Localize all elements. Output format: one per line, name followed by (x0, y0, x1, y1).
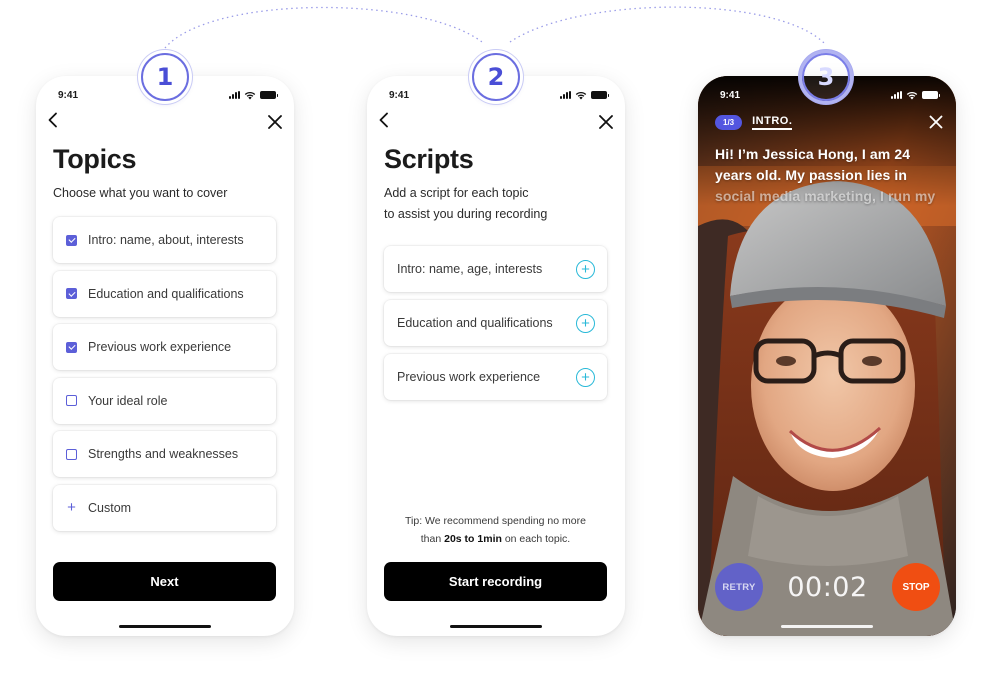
script-line-3: social media marketing, I run my (715, 188, 936, 204)
step-badge-1: 1 (141, 53, 189, 101)
page-subtitle: Add a script for each topic to assist yo… (384, 183, 547, 225)
recording-header: 1/3 INTRO. (715, 113, 944, 131)
close-icon[interactable] (266, 113, 284, 131)
checkbox-checked-icon[interactable] (66, 341, 77, 353)
add-circle-icon[interactable]: + (576, 367, 595, 387)
custom-label: Custom (88, 500, 132, 515)
checkbox-unchecked-icon[interactable] (66, 448, 77, 460)
home-indicator[interactable] (450, 624, 542, 628)
wifi-icon (906, 91, 918, 99)
topic-label: Education and qualifications (88, 286, 244, 301)
script-item-intro[interactable]: Intro: name, age, interests + (384, 246, 607, 292)
tip-text: Tip: We recommend spending no more than … (384, 512, 607, 548)
topic-label: Strengths and weaknesses (88, 447, 239, 461)
subtitle-line-2: to assist you during recording (384, 207, 548, 221)
tip-suffix: on each topic. (504, 533, 571, 545)
topic-item-custom[interactable]: + Custom (53, 484, 276, 531)
status-time: 9:41 (389, 89, 410, 101)
page-title: Topics (53, 144, 137, 174)
start-recording-button[interactable]: Start recording (384, 562, 607, 601)
step-badge-3: 3 (802, 53, 850, 101)
checkbox-checked-icon[interactable] (66, 288, 77, 299)
topic-item-education[interactable]: Education and qualifications (53, 270, 276, 317)
script-line-2: years old. My passion lies in (715, 167, 907, 183)
signal-icon (229, 91, 240, 99)
tip-line-2: than 20s to 1min on each topic. (384, 530, 607, 548)
battery-icon (922, 91, 940, 99)
step-number: 1 (156, 63, 174, 91)
stop-button[interactable]: STOP (892, 563, 940, 611)
phone-topics: 9:41 Topics Choose what you want to cove… (36, 76, 294, 636)
topic-item-intro[interactable]: Intro: name, about, interests (53, 217, 276, 263)
signal-icon (891, 91, 902, 99)
wifi-icon (575, 91, 587, 99)
tip-line-1: Tip: We recommend spending no more (405, 515, 586, 527)
step-number: 3 (817, 63, 835, 91)
script-line-1: Hi! I’m Jessica Hong, I am 24 (715, 146, 911, 162)
topic-item-experience[interactable]: Previous work experience (53, 324, 276, 370)
page-subtitle: Choose what you want to cover (53, 186, 228, 200)
teleprompter-script: Hi! I’m Jessica Hong, I am 24 years old.… (715, 144, 942, 207)
add-circle-icon[interactable]: + (576, 313, 595, 333)
status-time: 9:41 (58, 89, 79, 101)
script-item-education[interactable]: Education and qualifications + (384, 300, 607, 346)
close-icon[interactable] (597, 113, 615, 131)
plus-icon: + (67, 499, 76, 516)
tab-intro[interactable]: INTRO. (752, 115, 793, 130)
subtitle-line-1: Add a script for each topic (384, 186, 529, 200)
home-indicator[interactable] (119, 624, 211, 628)
battery-icon (260, 91, 278, 99)
checkbox-checked-icon[interactable] (66, 234, 77, 246)
script-label: Education and qualifications (397, 316, 553, 330)
phone-recording: 9:41 1/3 INTRO. Hi! I’m Jessica Hong, I … (698, 76, 956, 636)
step-badge-2: 2 (472, 53, 520, 101)
script-label: Intro: name, age, interests (397, 262, 543, 276)
retry-button[interactable]: RETRY (715, 563, 763, 611)
signal-icon (560, 91, 571, 99)
tip-than: than (420, 533, 442, 545)
page-title: Scripts (384, 144, 474, 174)
add-circle-icon[interactable]: + (576, 259, 595, 279)
topic-item-strengths[interactable]: Strengths and weaknesses (53, 431, 276, 477)
topic-label: Your ideal role (88, 393, 168, 408)
home-indicator[interactable] (781, 624, 873, 628)
back-chevron-icon[interactable] (377, 112, 399, 134)
phone-scripts: 9:41 Scripts Add a script for each topic… (367, 76, 625, 636)
topic-item-ideal-role[interactable]: Your ideal role (53, 377, 276, 424)
script-list: Intro: name, age, interests + Education a… (384, 246, 607, 408)
topic-progress-badge: 1/3 (715, 114, 743, 130)
topic-label: Previous work experience (88, 340, 232, 354)
battery-icon (591, 91, 609, 99)
topic-label: Intro: name, about, interests (88, 233, 244, 247)
recording-controls: RETRY 00:02 STOP (715, 563, 940, 611)
script-item-experience[interactable]: Previous work experience + (384, 354, 607, 400)
wifi-icon (244, 91, 256, 99)
step-number: 2 (487, 63, 505, 91)
script-label: Previous work experience (397, 370, 541, 384)
topic-list: Intro: name, about, interests Education … (53, 217, 276, 538)
status-time: 9:41 (720, 89, 741, 101)
next-button[interactable]: Next (53, 562, 276, 601)
tip-duration: 20s to 1min (444, 533, 502, 545)
back-chevron-icon[interactable] (46, 112, 68, 134)
close-icon[interactable] (928, 114, 944, 130)
checkbox-unchecked-icon[interactable] (66, 395, 77, 406)
recording-timer: 00:02 (787, 571, 868, 603)
